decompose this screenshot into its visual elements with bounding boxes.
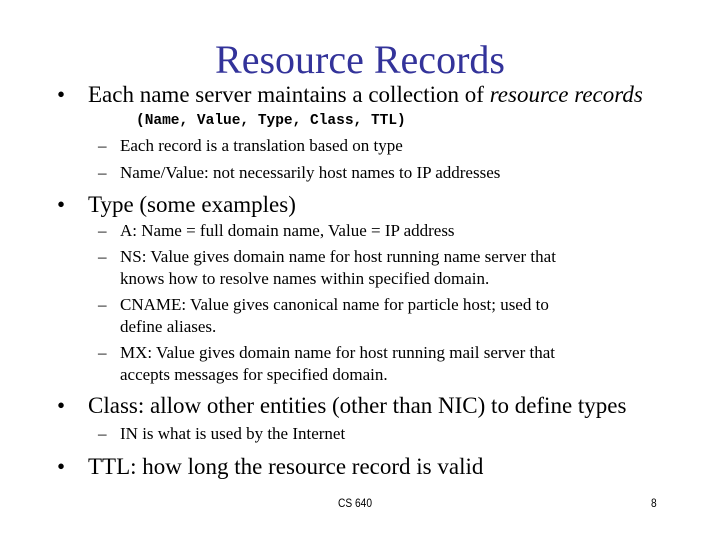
bullet-text: Type (some examples) bbox=[88, 192, 296, 217]
sub-bullet-text: MX: Value gives domain name for host run… bbox=[120, 343, 555, 362]
sub-bullet-text: CNAME: Value gives canonical name for pa… bbox=[120, 295, 549, 314]
sub-bullet-text: Name/Value: not necessarily host names t… bbox=[120, 163, 501, 182]
sub-bullet-continuation: knows how to resolve names within specif… bbox=[120, 269, 490, 288]
sub-bullet-continuation: accepts messages for specified domain. bbox=[120, 365, 388, 384]
dash-icon: – bbox=[98, 343, 107, 362]
sub-bullet-text: A: Name = full domain name, Value = IP a… bbox=[120, 221, 455, 240]
sub-bullet-text: Each record is a translation based on ty… bbox=[120, 136, 403, 155]
dash-icon: – bbox=[98, 247, 107, 266]
sub-bullet-text: NS: Value gives domain name for host run… bbox=[120, 247, 556, 266]
bullet-icon: • bbox=[57, 192, 66, 217]
dash-icon: – bbox=[98, 424, 107, 443]
bullet-icon: • bbox=[57, 454, 66, 479]
footer-course: CS 640 bbox=[338, 496, 373, 510]
bullet-icon: • bbox=[57, 82, 66, 107]
dash-icon: – bbox=[98, 163, 107, 182]
dash-icon: – bbox=[98, 136, 107, 155]
bullet-text: Each name server maintains a collection … bbox=[88, 82, 490, 107]
dash-icon: – bbox=[98, 295, 107, 314]
page-number: 8 bbox=[651, 496, 657, 510]
dash-icon: – bbox=[98, 221, 107, 240]
bullet-text-italic: resource records bbox=[489, 82, 643, 107]
bullet-text: TTL: how long the resource record is val… bbox=[88, 454, 484, 479]
bullet-text: Class: allow other entities (other than … bbox=[88, 393, 627, 418]
slide-title: Resource Records bbox=[215, 37, 505, 82]
code-line: (Name, Value, Type, Class, TTL) bbox=[136, 113, 406, 129]
sub-bullet-continuation: define aliases. bbox=[120, 317, 217, 336]
sub-bullet-text: IN is what is used by the Internet bbox=[120, 424, 346, 443]
bullet-icon: • bbox=[57, 393, 66, 418]
